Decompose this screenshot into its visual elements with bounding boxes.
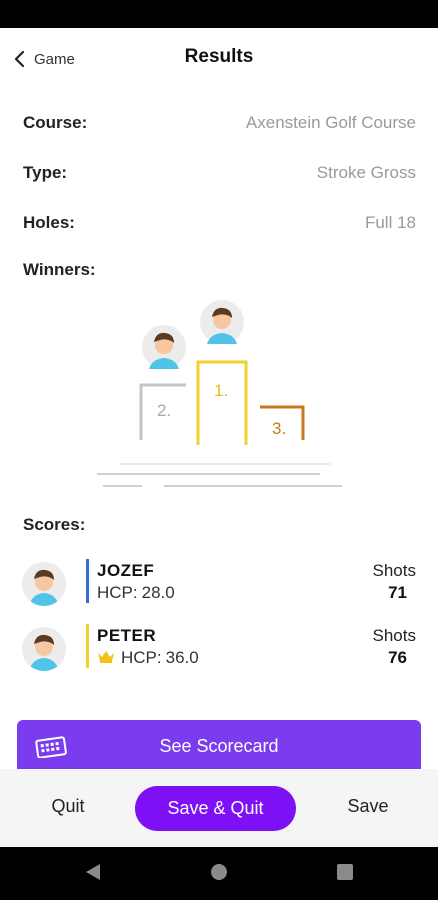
save-and-quit-button[interactable]: Save & Quit <box>135 786 296 831</box>
avatar <box>22 627 66 671</box>
winners-label: Winners: <box>23 260 96 279</box>
course-value: Axenstein Golf Course <box>245 113 416 132</box>
type-row: Type: Stroke Gross <box>23 159 416 187</box>
system-nav-bar <box>0 847 438 900</box>
see-scorecard-button[interactable]: See Scorecard <box>17 720 421 772</box>
type-value: Stroke Gross <box>316 163 416 182</box>
nav-back-icon[interactable] <box>84 862 102 887</box>
holes-row: Holes: Full 18 <box>23 209 416 237</box>
hcp-label: HCP: <box>97 583 138 602</box>
crown-icon <box>97 648 115 668</box>
nav-home-icon[interactable] <box>210 863 228 886</box>
player-color-bar <box>86 559 89 603</box>
nav-recents-icon[interactable] <box>337 864 353 885</box>
score-row-jozef[interactable]: JOZEF HCP: 28.0 Shots 71 <box>22 559 416 609</box>
hcp-line: HCP: 36.0 <box>97 648 199 668</box>
hcp-label: HCP: <box>121 648 162 667</box>
second-place-number: 2. <box>157 401 171 420</box>
third-place-number: 3. <box>272 419 286 438</box>
scores-label: Scores: <box>23 515 86 534</box>
see-scorecard-label: See Scorecard <box>159 735 279 756</box>
hcp-value: 36.0 <box>165 648 199 667</box>
bottom-action-bar: Quit Save & Quit Save <box>0 769 438 847</box>
quit-button[interactable]: Quit <box>30 796 106 817</box>
save-button[interactable]: Save <box>330 796 406 817</box>
score-row-peter[interactable]: PETER HCP: 36.0 Shots 76 <box>22 624 416 674</box>
winners-podium: 2. 1. 3. <box>0 290 438 500</box>
holes-value: Full 18 <box>364 213 416 232</box>
hcp-line: HCP: 28.0 <box>97 583 175 603</box>
player-color-bar <box>86 624 89 668</box>
shots-label: Shots <box>372 626 416 645</box>
shots-label: Shots <box>372 561 416 580</box>
scorecard-icon <box>35 736 67 763</box>
player-name: JOZEF <box>97 561 155 580</box>
status-bar <box>0 0 438 28</box>
first-place-avatar <box>200 300 244 344</box>
app-header: Game Results <box>0 28 438 90</box>
page-title: Results <box>184 46 254 67</box>
shots-value: 76 <box>388 648 407 667</box>
course-row: Course: Axenstein Golf Course <box>23 109 416 137</box>
first-place-number: 1. <box>214 381 228 400</box>
avatar <box>22 562 66 606</box>
hcp-value: 28.0 <box>141 583 175 602</box>
course-label: Course: <box>23 113 88 132</box>
type-label: Type: <box>23 163 68 182</box>
holes-label: Holes: <box>23 213 75 232</box>
second-place-avatar <box>142 325 186 369</box>
shots-value: 71 <box>388 583 407 602</box>
player-name: PETER <box>97 626 157 645</box>
first-place-block <box>196 360 248 445</box>
